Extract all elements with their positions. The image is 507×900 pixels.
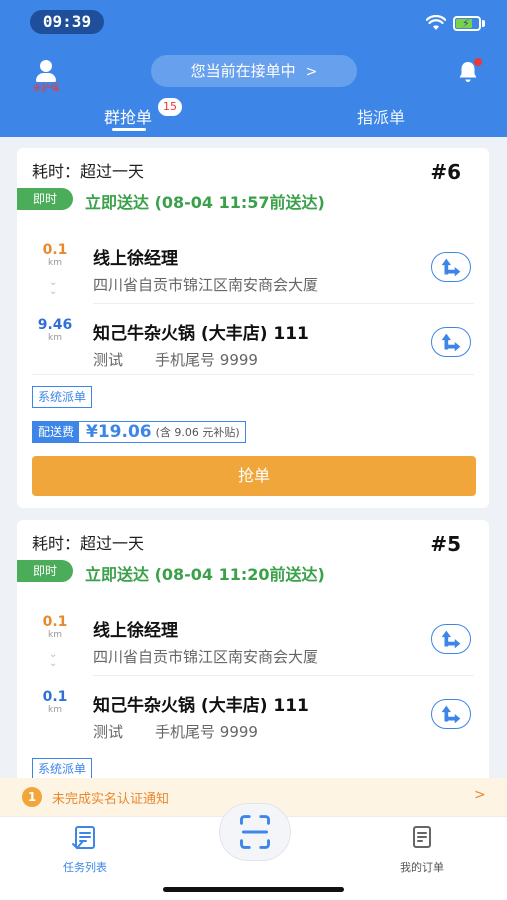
dropoff-stop: 0.1 km 知己牛杂火锅 (大丰店) 111 测试 手机尾号 9999 (17, 677, 489, 747)
nav-task-list-label: 任务列表 (63, 861, 107, 874)
user-icon (35, 60, 57, 82)
dropoff-stop: 9.46 km 知己牛杂火锅 (大丰店) 111 测试 手机尾号 9999 (17, 305, 489, 375)
status-time: 09:39 (30, 10, 104, 34)
notice-count-icon: 1 (22, 787, 42, 807)
tab-assigned[interactable]: 指派单 (350, 104, 412, 130)
chevron-right-icon: > (474, 787, 486, 803)
battery-tip (482, 20, 485, 27)
dropoff-name: 知己牛杂火锅 (大丰店) 111 (93, 696, 309, 716)
accepting-status-button[interactable]: 您当前在接单中 > (151, 55, 357, 87)
order-elapsed: 耗时：超过一天 (32, 162, 145, 181)
nav-my-orders-label: 我的订单 (400, 861, 444, 874)
divider (93, 303, 474, 304)
navigate-icon[interactable] (431, 327, 471, 357)
task-list-icon (72, 826, 95, 850)
dropoff-contact: 测试 手机尾号 9999 (93, 351, 258, 369)
dropoff-name: 知己牛杂火锅 (大丰店) 111 (93, 324, 309, 344)
tab-badge-count: 15 (158, 98, 182, 116)
pickup-address: 四川省自贡市锦江区南安商会大厦 (93, 648, 319, 666)
wifi-icon (426, 15, 446, 30)
instant-tag: 即时 (17, 560, 73, 582)
home-indicator (163, 887, 344, 892)
grab-order-button[interactable]: 抢单 (32, 456, 476, 496)
instant-tag: 即时 (17, 188, 73, 210)
fee-label: 配送费 (33, 422, 80, 442)
nav-my-orders[interactable]: 我的订单 (382, 823, 462, 875)
navigate-icon[interactable] (431, 699, 471, 729)
user-profile-button[interactable]: 未护保 (22, 60, 70, 96)
scan-icon[interactable] (219, 803, 291, 861)
status-bar: 09:39 ⚡ (0, 0, 507, 44)
pickup-stop: 0.1 km ⌄ ⌄ 线上徐经理 四川省自贡市锦江区南安商会大厦 (17, 602, 489, 672)
my-orders-icon (413, 826, 431, 848)
order-card[interactable]: 耗时：超过一天 #5 即时 立即送达 (08-04 11:20前送达) 0.1 … (17, 520, 489, 778)
notice-text: 未完成实名认证通知 (52, 792, 170, 807)
tab-group-grab[interactable]: 群抢单 (96, 104, 160, 130)
app-header: 09:39 ⚡ 未护保 您当前在接单中 > 群抢单 15 指派单 (0, 0, 507, 137)
pickup-stop: 0.1 km ⌄ ⌄ 线上徐经理 四川省自贡市锦江区南安商会大厦 (17, 230, 489, 300)
active-tab-indicator (112, 128, 146, 131)
pickup-name: 线上徐经理 (93, 249, 178, 269)
fee-note: (含 9.06 元补贴) (155, 426, 240, 439)
pickup-name: 线上徐经理 (93, 621, 178, 641)
pickup-address: 四川省自贡市锦江区南安商会大厦 (93, 276, 319, 294)
dropoff-contact: 测试 手机尾号 9999 (93, 723, 258, 741)
order-card[interactable]: 耗时：超过一天 #6 即时 立即送达 (08-04 11:57前送达) 0.1 … (17, 148, 489, 508)
navigate-icon[interactable] (431, 252, 471, 282)
battery-icon: ⚡ (453, 16, 481, 31)
nav-task-list[interactable]: 任务列表 (45, 823, 125, 875)
chevron-down-icon: ⌄ ⌄ (49, 277, 58, 297)
user-status-label: 未护保 (32, 84, 60, 94)
dispatch-tag: 系统派单 (32, 758, 93, 778)
notification-dot (474, 58, 482, 66)
dispatch-tag: 系统派单 (32, 386, 93, 408)
chevron-down-icon: ⌄ ⌄ (49, 649, 58, 669)
deliver-deadline: 立即送达 (08-04 11:57前送达) (85, 193, 325, 212)
fee-value: ¥19.06 (86, 422, 152, 442)
delivery-fee: 配送费 ¥19.06 (含 9.06 元补贴) (32, 421, 246, 443)
accepting-status-text: 您当前在接单中 (190, 62, 296, 80)
navigate-icon[interactable] (431, 624, 471, 654)
chevron-right-icon: > (305, 64, 318, 80)
order-number: #5 (430, 532, 461, 556)
order-elapsed: 耗时：超过一天 (32, 534, 145, 553)
divider (32, 374, 474, 375)
pickup-distance: 0.1 km (42, 242, 68, 268)
divider (93, 675, 474, 676)
pickup-distance: 0.1 km (42, 614, 68, 640)
order-number: #6 (430, 160, 461, 184)
deliver-deadline: 立即送达 (08-04 11:20前送达) (85, 565, 325, 584)
dropoff-distance: 0.1 km (42, 689, 68, 715)
dropoff-distance: 9.46 km (37, 317, 73, 343)
